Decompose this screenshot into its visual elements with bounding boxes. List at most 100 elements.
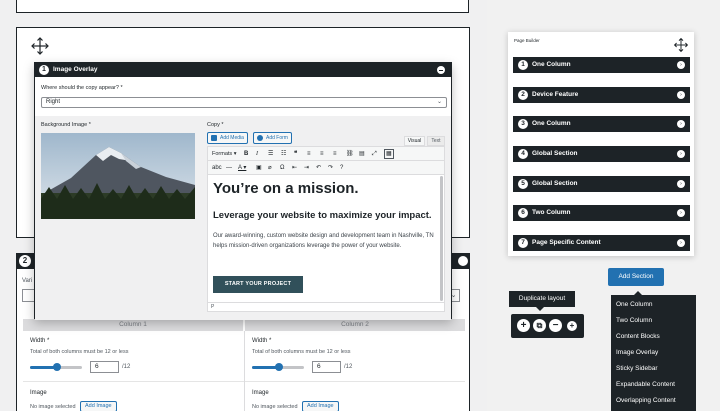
body-text: Our award-winning, custom website design… — [213, 233, 434, 249]
copy-position-select[interactable]: Right ⌄ — [41, 97, 447, 108]
toolbar-toggle-icon[interactable]: ▦ — [384, 149, 394, 159]
item-number: 4 — [518, 149, 528, 159]
copy-position-value: Right — [46, 99, 61, 105]
read-more-icon[interactable]: ▤ — [359, 150, 365, 158]
add-form-button[interactable]: Add Form — [253, 132, 292, 144]
add-icon[interactable]: + — [567, 321, 577, 331]
width-label: Width * — [30, 338, 50, 344]
editor-toolbar-2: abc — A ▾ ▣ ⌀ Ω ⇤ ⇥ ↶ ↷ ? — [208, 161, 444, 175]
item-label: Page Specific Content — [532, 239, 601, 246]
add-section-button[interactable]: Add Section — [608, 268, 664, 286]
move-icon[interactable] — [30, 36, 50, 56]
image-overlay-layout: 1 Image Overlay Where should the copy ap… — [34, 62, 452, 320]
column-divider — [244, 331, 245, 411]
align-left-icon[interactable]: ≡ — [307, 150, 311, 158]
fullscreen-icon[interactable]: ⤢ — [372, 150, 377, 158]
link-icon[interactable]: ⛓ — [346, 150, 354, 158]
horizontal-line-icon[interactable]: — — [226, 164, 232, 172]
collapse-icon[interactable] — [437, 66, 445, 74]
scrollbar[interactable] — [440, 176, 443, 301]
chevron-right-icon[interactable]: › — [677, 239, 685, 247]
chevron-right-icon[interactable]: › — [677, 61, 685, 69]
formats-dropdown[interactable]: Formats ▾ — [212, 150, 236, 158]
add-media-button[interactable]: Add Media — [207, 132, 248, 144]
tab-text[interactable]: Text — [427, 136, 445, 146]
width-label: Width * — [252, 338, 272, 344]
bold-icon[interactable]: B — [244, 150, 248, 158]
chevron-down-icon: ⌄ — [436, 99, 442, 105]
editor-content[interactable]: You’re on a mission. Leverage your websi… — [208, 175, 440, 303]
divider — [23, 381, 244, 382]
chevron-right-icon[interactable]: › — [677, 209, 685, 217]
image-overlay-header[interactable]: 1 Image Overlay — [35, 63, 451, 77]
item-number: 2 — [518, 90, 528, 100]
duplicate-icon[interactable]: ⧉ — [533, 319, 546, 332]
page-builder-item[interactable]: 4 Global Section › — [513, 146, 690, 162]
subheadline: Leverage your website to maximize your i… — [213, 210, 432, 221]
headline: You’re on a mission. — [213, 180, 359, 197]
indent-icon[interactable]: ⇥ — [304, 164, 309, 172]
page-builder-item[interactable]: 2 Device Feature › — [513, 87, 690, 103]
italic-icon[interactable]: I — [256, 150, 258, 158]
menu-item-expandable-content[interactable]: Expandable Content — [616, 381, 675, 388]
move-icon[interactable] — [673, 37, 689, 53]
chevron-right-icon[interactable]: › — [677, 120, 685, 128]
width-max: /12 — [344, 364, 353, 370]
item-label: One Column — [532, 120, 571, 127]
outdent-icon[interactable]: ⇤ — [292, 164, 297, 172]
align-center-icon[interactable]: ≡ — [320, 150, 324, 158]
menu-item-overlapping-content[interactable]: Overlapping Content — [616, 397, 676, 404]
help-icon[interactable]: ? — [340, 164, 343, 172]
width-help: Total of both columns must be 12 or less — [252, 349, 351, 355]
item-label: Global Section — [532, 180, 578, 187]
page-builder-item[interactable]: 1 One Column › — [513, 57, 690, 73]
align-right-icon[interactable]: ≡ — [333, 150, 337, 158]
width-input[interactable]: 6 — [312, 361, 341, 373]
page-builder-item[interactable]: 6 Two Column › — [513, 205, 690, 221]
variant-label: Vari — [22, 278, 33, 284]
formats-label: Formats — [212, 151, 233, 157]
page-builder-item[interactable]: 5 Global Section › — [513, 176, 690, 192]
item-number: 1 — [518, 60, 528, 70]
variant-select[interactable] — [22, 289, 34, 302]
strikethrough-icon[interactable]: abc — [212, 164, 222, 172]
page-builder-item[interactable]: 3 One Column › — [513, 116, 690, 132]
blockquote-icon[interactable]: ❝ — [294, 150, 297, 158]
numbered-list-icon[interactable]: ☷ — [281, 150, 286, 158]
background-image[interactable] — [41, 133, 195, 219]
column-2-header[interactable]: Column 2 — [245, 319, 465, 331]
menu-item-sticky-sidebar[interactable]: Sticky Sidebar — [616, 365, 658, 372]
remove-layout-icon[interactable]: − — [549, 319, 562, 332]
tooltip-caret — [536, 307, 544, 311]
item-number: 6 — [518, 208, 528, 218]
add-image-button[interactable]: Add Image — [80, 401, 117, 411]
clear-format-icon[interactable]: ⌀ — [268, 164, 272, 172]
item-label: Device Feature — [532, 91, 579, 98]
collapse-icon[interactable] — [458, 256, 468, 266]
width-slider-handle[interactable] — [275, 363, 283, 371]
menu-item-image-overlay[interactable]: Image Overlay — [616, 349, 658, 356]
special-char-icon[interactable]: Ω — [280, 164, 285, 172]
add-image-button[interactable]: Add Image — [302, 401, 339, 411]
redo-icon[interactable]: ↷ — [328, 164, 333, 172]
item-label: Global Section — [532, 150, 578, 157]
item-number: 5 — [518, 179, 528, 189]
text-color-icon[interactable]: A ▾ — [238, 164, 246, 172]
menu-item-one-column[interactable]: One Column — [616, 301, 653, 308]
item-number: 3 — [518, 119, 528, 129]
bullet-list-icon[interactable]: ☰ — [268, 150, 273, 158]
chevron-right-icon[interactable]: › — [677, 91, 685, 99]
column-1-header[interactable]: Column 1 — [23, 319, 243, 331]
chevron-right-icon[interactable]: › — [677, 150, 685, 158]
menu-item-two-column[interactable]: Two Column — [616, 317, 652, 324]
item-number: 7 — [518, 238, 528, 248]
tab-visual[interactable]: Visual — [404, 136, 425, 146]
menu-item-content-blocks[interactable]: Content Blocks — [616, 333, 660, 340]
width-slider-handle[interactable] — [53, 363, 61, 371]
page-builder-item[interactable]: 7 Page Specific Content › — [513, 235, 690, 251]
width-input[interactable]: 6 — [90, 361, 119, 373]
add-layout-icon[interactable]: + — [517, 319, 530, 332]
paste-text-icon[interactable]: ▣ — [256, 164, 262, 172]
undo-icon[interactable]: ↶ — [316, 164, 321, 172]
chevron-right-icon[interactable]: › — [677, 180, 685, 188]
